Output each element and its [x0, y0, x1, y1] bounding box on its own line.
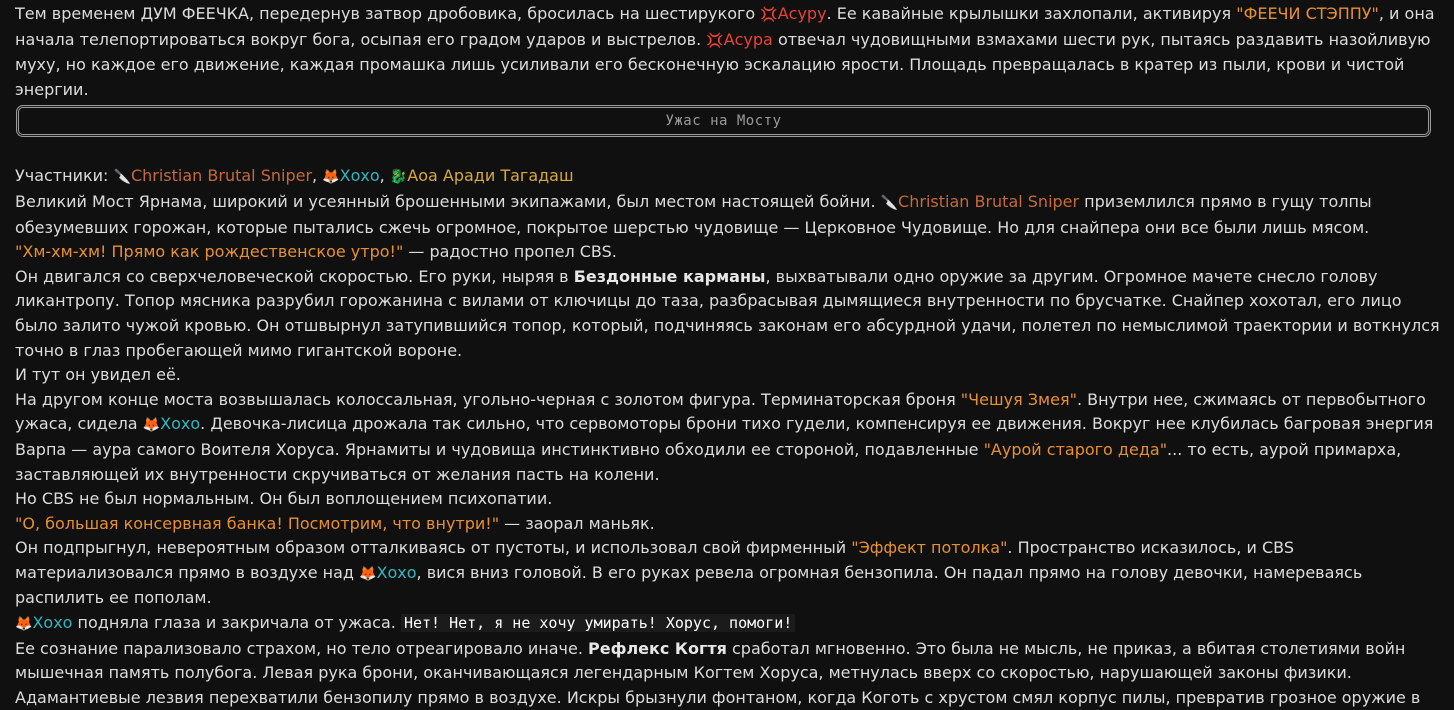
- character-hoho: Хохо: [160, 414, 201, 434]
- text-span: ,: [379, 166, 390, 186]
- bold-term: Бездонные карманы: [573, 266, 766, 286]
- fox-icon: 🦊: [322, 169, 340, 186]
- story-paragraph: Он подпрыгнул, невероятным образом оттал…: [15, 536, 1442, 611]
- knife-icon: 🔪: [113, 169, 131, 186]
- text-span: — заорал маньяк.: [499, 513, 655, 533]
- story-paragraph: На другом конце моста возвышалась колосс…: [15, 388, 1442, 487]
- chat-log: Тем временем ДУМ ФЕЕЧКА, передернув затв…: [0, 0, 1454, 710]
- story-paragraph: И тут он увидел её.: [15, 365, 181, 385]
- quote: "Аурой старого деда": [983, 439, 1168, 459]
- character-asura: Асуру: [777, 4, 827, 23]
- text-span: Великий Мост Ярнама, широкий и усеянный …: [15, 191, 881, 211]
- text-span: На другом конце моста возвышалась колосс…: [15, 389, 961, 409]
- character-hoho: Хохо: [339, 166, 380, 186]
- character-aoa: Аоа Аради Тагадаш: [407, 166, 574, 186]
- dialogue-line: "О, большая консервная банка! Посмотрим,…: [15, 512, 1442, 537]
- anger-icon: 💢: [760, 7, 778, 23]
- quote: "Чешуя Змея": [960, 389, 1077, 409]
- scene-divider: Ужас на Мосту: [16, 105, 1431, 138]
- story-paragraph: Ее сознание парализовало страхом, но тел…: [15, 637, 1442, 710]
- fox-icon: 🦊: [359, 565, 377, 582]
- text-span: — радостно пропел CBS.: [403, 242, 617, 262]
- character-asura: Асура: [723, 29, 773, 49]
- text-span: Он подпрыгнул, невероятным образом оттал…: [15, 538, 852, 558]
- story-paragraph: 🦊Хохо подняла глаза и закричала от ужаса…: [15, 611, 1442, 637]
- participants-line: Участники: 🔪Christian Brutal Sniper, 🦊Хо…: [15, 164, 1442, 190]
- message-intro: Тем временем ДУМ ФЕЕЧКА, передернув затв…: [15, 2, 1442, 102]
- character-hoho: Хохо: [32, 613, 73, 633]
- quote: "Эффект потолка": [851, 538, 1008, 558]
- story-paragraph: Но CBS не был нормальным. Он был воплоще…: [15, 489, 553, 509]
- quote: "Хм-хм-хм! Прямо как рождественское утро…: [15, 242, 404, 262]
- scene-title: Ужас на Мосту: [665, 113, 782, 130]
- telepathy-speech: Нет! Нет, я не хочу умирать! Хорус, помо…: [400, 614, 796, 633]
- fox-icon: 🦊: [142, 417, 161, 434]
- dialogue-line: "Хм-хм-хм! Прямо как рождественское утро…: [15, 240, 1442, 265]
- character-hoho: Хохо: [376, 562, 417, 582]
- quote-feechi: "ФЕЕЧИ СТЭППУ": [1236, 4, 1379, 23]
- text-span: ,: [312, 166, 323, 186]
- story-paragraph: Он двигался со сверхчеловеческой скорост…: [15, 265, 1442, 363]
- bold-term: Рефлекс Когтя: [587, 638, 727, 658]
- anger-icon: 💢: [706, 32, 724, 49]
- character-cbs: Christian Brutal Sniper: [898, 191, 1080, 211]
- text-span: Ее сознание парализовало страхом, но тел…: [15, 638, 588, 658]
- text-span: . Ее кавайные крылышки захлопали, активи…: [826, 4, 1237, 23]
- story-paragraph: Великий Мост Ярнама, широкий и усеянный …: [15, 190, 1442, 240]
- text-span: Он двигался со сверхчеловеческой скорост…: [15, 266, 574, 286]
- dragon-icon: 🐉: [389, 169, 408, 186]
- knife-icon: 🔪: [880, 194, 899, 211]
- character-cbs: Christian Brutal Sniper: [130, 166, 313, 186]
- quote: "О, большая консервная банка! Посмотрим,…: [15, 513, 500, 533]
- fox-icon: 🦊: [15, 616, 33, 633]
- participants-label: Участники:: [15, 166, 114, 186]
- text-span: Тем временем ДУМ ФЕЕЧКА, передернув затв…: [15, 4, 761, 23]
- text-span: подняла глаза и закричала от ужаса.: [72, 613, 401, 633]
